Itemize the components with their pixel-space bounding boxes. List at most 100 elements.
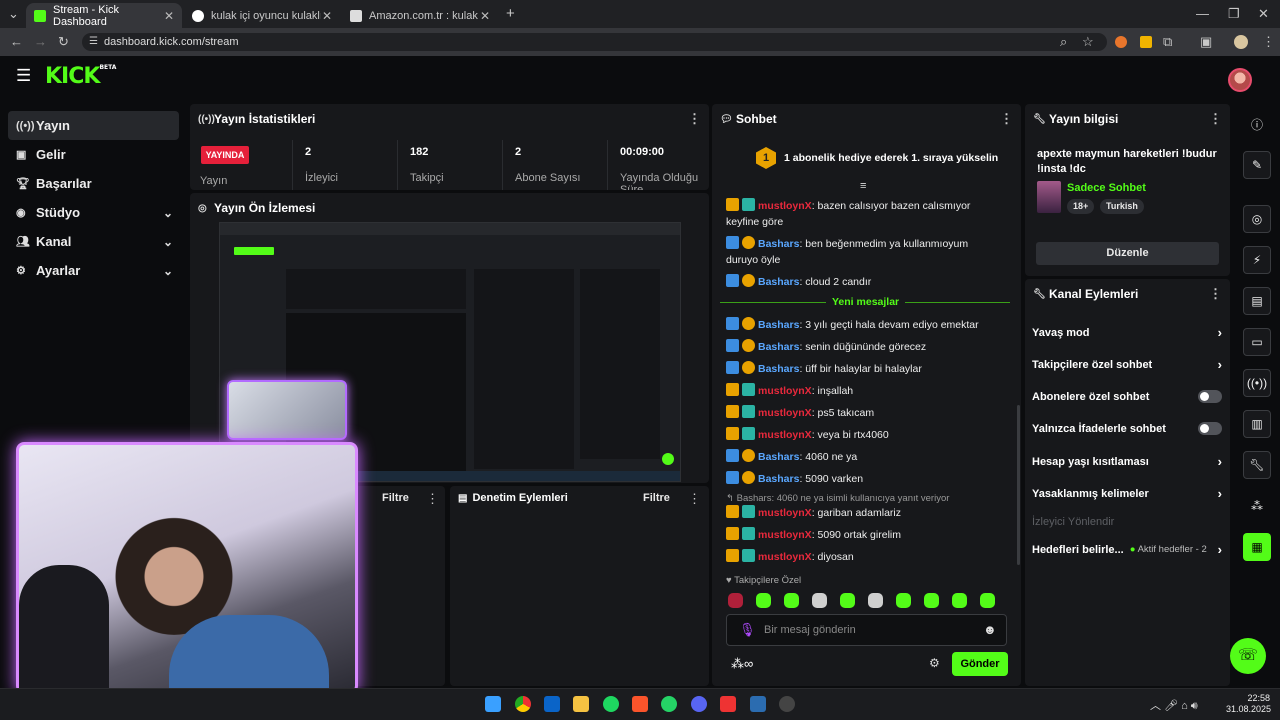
- clock[interactable]: 22:58 31.08.2025: [1226, 693, 1271, 715]
- chat-username[interactable]: mustloynX: [758, 529, 812, 541]
- browser-tab-google[interactable]: kulak içi oyuncu kulaklığı - Goo ✕: [184, 3, 340, 28]
- more-options-icon[interactable]: ⋮: [688, 491, 701, 507]
- nav-item-yayin[interactable]: ((•)) Yayın: [8, 111, 179, 140]
- outlook-icon[interactable]: [544, 696, 560, 712]
- emote-icon[interactable]: [868, 593, 883, 608]
- document-icon[interactable]: ▤: [1243, 287, 1271, 315]
- network-app-icon[interactable]: [750, 696, 766, 712]
- extensions-puzzle-icon[interactable]: ⧉: [1163, 28, 1172, 56]
- chat-message[interactable]: Bashars: cloud 2 candır: [726, 274, 1002, 290]
- forward-icon[interactable]: →: [34, 28, 47, 56]
- chat-message[interactable]: Bashars: 3 yılı geçti hala devam ediyo e…: [726, 317, 1002, 333]
- more-options-icon[interactable]: ⋮: [1209, 111, 1222, 127]
- chat-username[interactable]: mustloynX: [758, 200, 812, 212]
- brave-icon[interactable]: [632, 696, 648, 712]
- emote-icon[interactable]: [840, 593, 855, 608]
- start-icon[interactable]: [485, 696, 501, 712]
- emote-icon[interactable]: [784, 593, 799, 608]
- subscribers-only-toggle[interactable]: [1198, 390, 1222, 403]
- minimize-icon[interactable]: —: [1196, 0, 1209, 28]
- site-info-icon[interactable]: ☰: [89, 28, 98, 56]
- lightning-icon[interactable]: ⚡︎: [1243, 246, 1271, 274]
- chat-username[interactable]: Bashars: [758, 319, 799, 331]
- emote-icon[interactable]: [980, 593, 995, 608]
- chat-message[interactable]: mustloynX: diyosan: [726, 549, 1002, 565]
- chat-message[interactable]: Bashars: ben beğenmedim ya kullanmıoyum …: [726, 236, 1002, 268]
- chat-message[interactable]: mustloynX: 5090 ortak girelim: [726, 527, 1002, 543]
- close-tab-icon[interactable]: ✕: [164, 9, 174, 23]
- app-icon[interactable]: [720, 696, 736, 712]
- emote-icon[interactable]: [728, 593, 743, 608]
- zoom-icon[interactable]: ⌕: [1060, 28, 1067, 56]
- browser-menu-icon[interactable]: ⋮: [1262, 28, 1275, 56]
- extension-icon[interactable]: [1115, 36, 1127, 48]
- side-panel-icon[interactable]: ▣: [1200, 28, 1212, 56]
- chat-scrollbar[interactable]: [1017, 405, 1020, 565]
- more-options-icon[interactable]: ⋮: [688, 111, 701, 127]
- points-icon[interactable]: ⁂∞: [731, 656, 753, 672]
- broadcast-icon[interactable]: ((•)): [1243, 369, 1271, 397]
- send-button[interactable]: Gönder: [952, 652, 1008, 676]
- more-options-icon[interactable]: ⋮: [1209, 286, 1222, 302]
- emote-icon[interactable]: [756, 593, 771, 608]
- extension-shield-icon[interactable]: [1140, 36, 1152, 48]
- chat-message[interactable]: mustloynX: ps5 takıcam: [726, 405, 1002, 421]
- wrench-icon[interactable]: 🔧︎: [1243, 451, 1271, 479]
- emotes-only-toggle[interactable]: [1198, 422, 1222, 435]
- goals-item[interactable]: Hedefleri belirle... ● Aktif hedefler - 2…: [1032, 542, 1222, 557]
- profile-avatar[interactable]: [1234, 35, 1248, 49]
- chat-message[interactable]: Bashars: 4060 ne ya: [726, 449, 1002, 465]
- layout-icon[interactable]: ▥: [1243, 410, 1271, 438]
- chrome-icon[interactable]: [515, 696, 531, 712]
- browser-tab-kick[interactable]: Stream - Kick Dashboard ✕: [26, 3, 182, 28]
- discord-icon[interactable]: [691, 696, 707, 712]
- chat-username[interactable]: Bashars: [758, 276, 799, 288]
- filter-button-left[interactable]: Filtre: [382, 492, 409, 504]
- bookmark-star-icon[interactable]: ☆: [1082, 28, 1094, 56]
- chat-username[interactable]: Bashars: [758, 451, 799, 463]
- chat-message[interactable]: Bashars: üff bir halaylar bi halaylar: [726, 361, 1002, 377]
- microphone-icon[interactable]: 🎙︎: [739, 622, 756, 638]
- nav-item-gelir[interactable]: ▣ Gelir: [8, 140, 179, 169]
- chat-message[interactable]: Bashars: senin düğününde görecez: [726, 339, 1002, 355]
- chat-username[interactable]: mustloynX: [758, 507, 812, 519]
- chat-message[interactable]: Bashars: 5090 varken: [726, 471, 1002, 487]
- slow-mode-item[interactable]: Yavaş mod ›: [1032, 325, 1222, 340]
- more-options-icon[interactable]: ⋮: [426, 491, 439, 507]
- nav-item-kanal[interactable]: 👥︎ Kanal ⌄: [8, 227, 179, 256]
- more-options-icon[interactable]: ⋮: [1000, 111, 1013, 127]
- system-tray-icons[interactable]: ︿ 🎤︎ ⌂ 🔊︎: [1150, 697, 1198, 713]
- chat-username[interactable]: mustloynX: [758, 429, 812, 441]
- kick-logo[interactable]: KICKBETA: [45, 64, 116, 89]
- category-thumbnail[interactable]: [1037, 181, 1061, 213]
- emote-icon[interactable]: [924, 593, 939, 608]
- info-icon[interactable]: ⓘ: [1243, 110, 1271, 138]
- filter-button-right[interactable]: Filtre: [643, 492, 670, 504]
- chat-settings-icon[interactable]: ⚙: [929, 656, 940, 670]
- chat-username[interactable]: Bashars: [758, 341, 799, 353]
- chat-message[interactable]: mustloynX: bazen calısıyor bazen calısmı…: [726, 198, 1002, 230]
- points-icon[interactable]: ⁂: [1243, 492, 1271, 520]
- new-tab-icon[interactable]: +: [506, 0, 515, 28]
- emoji-icon[interactable]: ☻: [983, 622, 997, 637]
- banned-words-item[interactable]: Yasaklanmış kelimeler ›: [1032, 486, 1222, 501]
- chat-username[interactable]: mustloynX: [758, 407, 812, 419]
- category-name[interactable]: Sadece Sohbet: [1067, 182, 1146, 194]
- chat-username[interactable]: Bashars: [758, 363, 799, 375]
- user-avatar[interactable]: [1228, 68, 1252, 92]
- followers-only-item[interactable]: Takipçilere özel sohbet ›: [1032, 357, 1222, 372]
- edit-button[interactable]: Düzenle: [1036, 242, 1219, 265]
- chat-bubble-icon[interactable]: ▭: [1243, 328, 1271, 356]
- back-icon[interactable]: ←: [10, 28, 23, 56]
- whatsapp-icon[interactable]: [661, 696, 677, 712]
- chat-message[interactable]: mustloynX: inşallah: [726, 383, 1002, 399]
- nav-item-studyo[interactable]: ◉ Stüdyo ⌄: [8, 198, 179, 227]
- close-window-icon[interactable]: ✕: [1258, 0, 1269, 28]
- help-chat-icon[interactable]: ☏: [1230, 638, 1266, 674]
- chat-message[interactable]: mustloynX: gariban adamlariz: [726, 505, 1002, 521]
- reload-icon[interactable]: ↻: [58, 28, 69, 56]
- account-age-item[interactable]: Hesap yaşı kısıtlaması ›: [1032, 454, 1222, 469]
- chat-message[interactable]: mustloynX: veya bi rtx4060: [726, 427, 1002, 443]
- chat-username[interactable]: Bashars: [758, 473, 799, 485]
- nav-item-ayarlar[interactable]: ⚙ Ayarlar ⌄: [8, 256, 179, 285]
